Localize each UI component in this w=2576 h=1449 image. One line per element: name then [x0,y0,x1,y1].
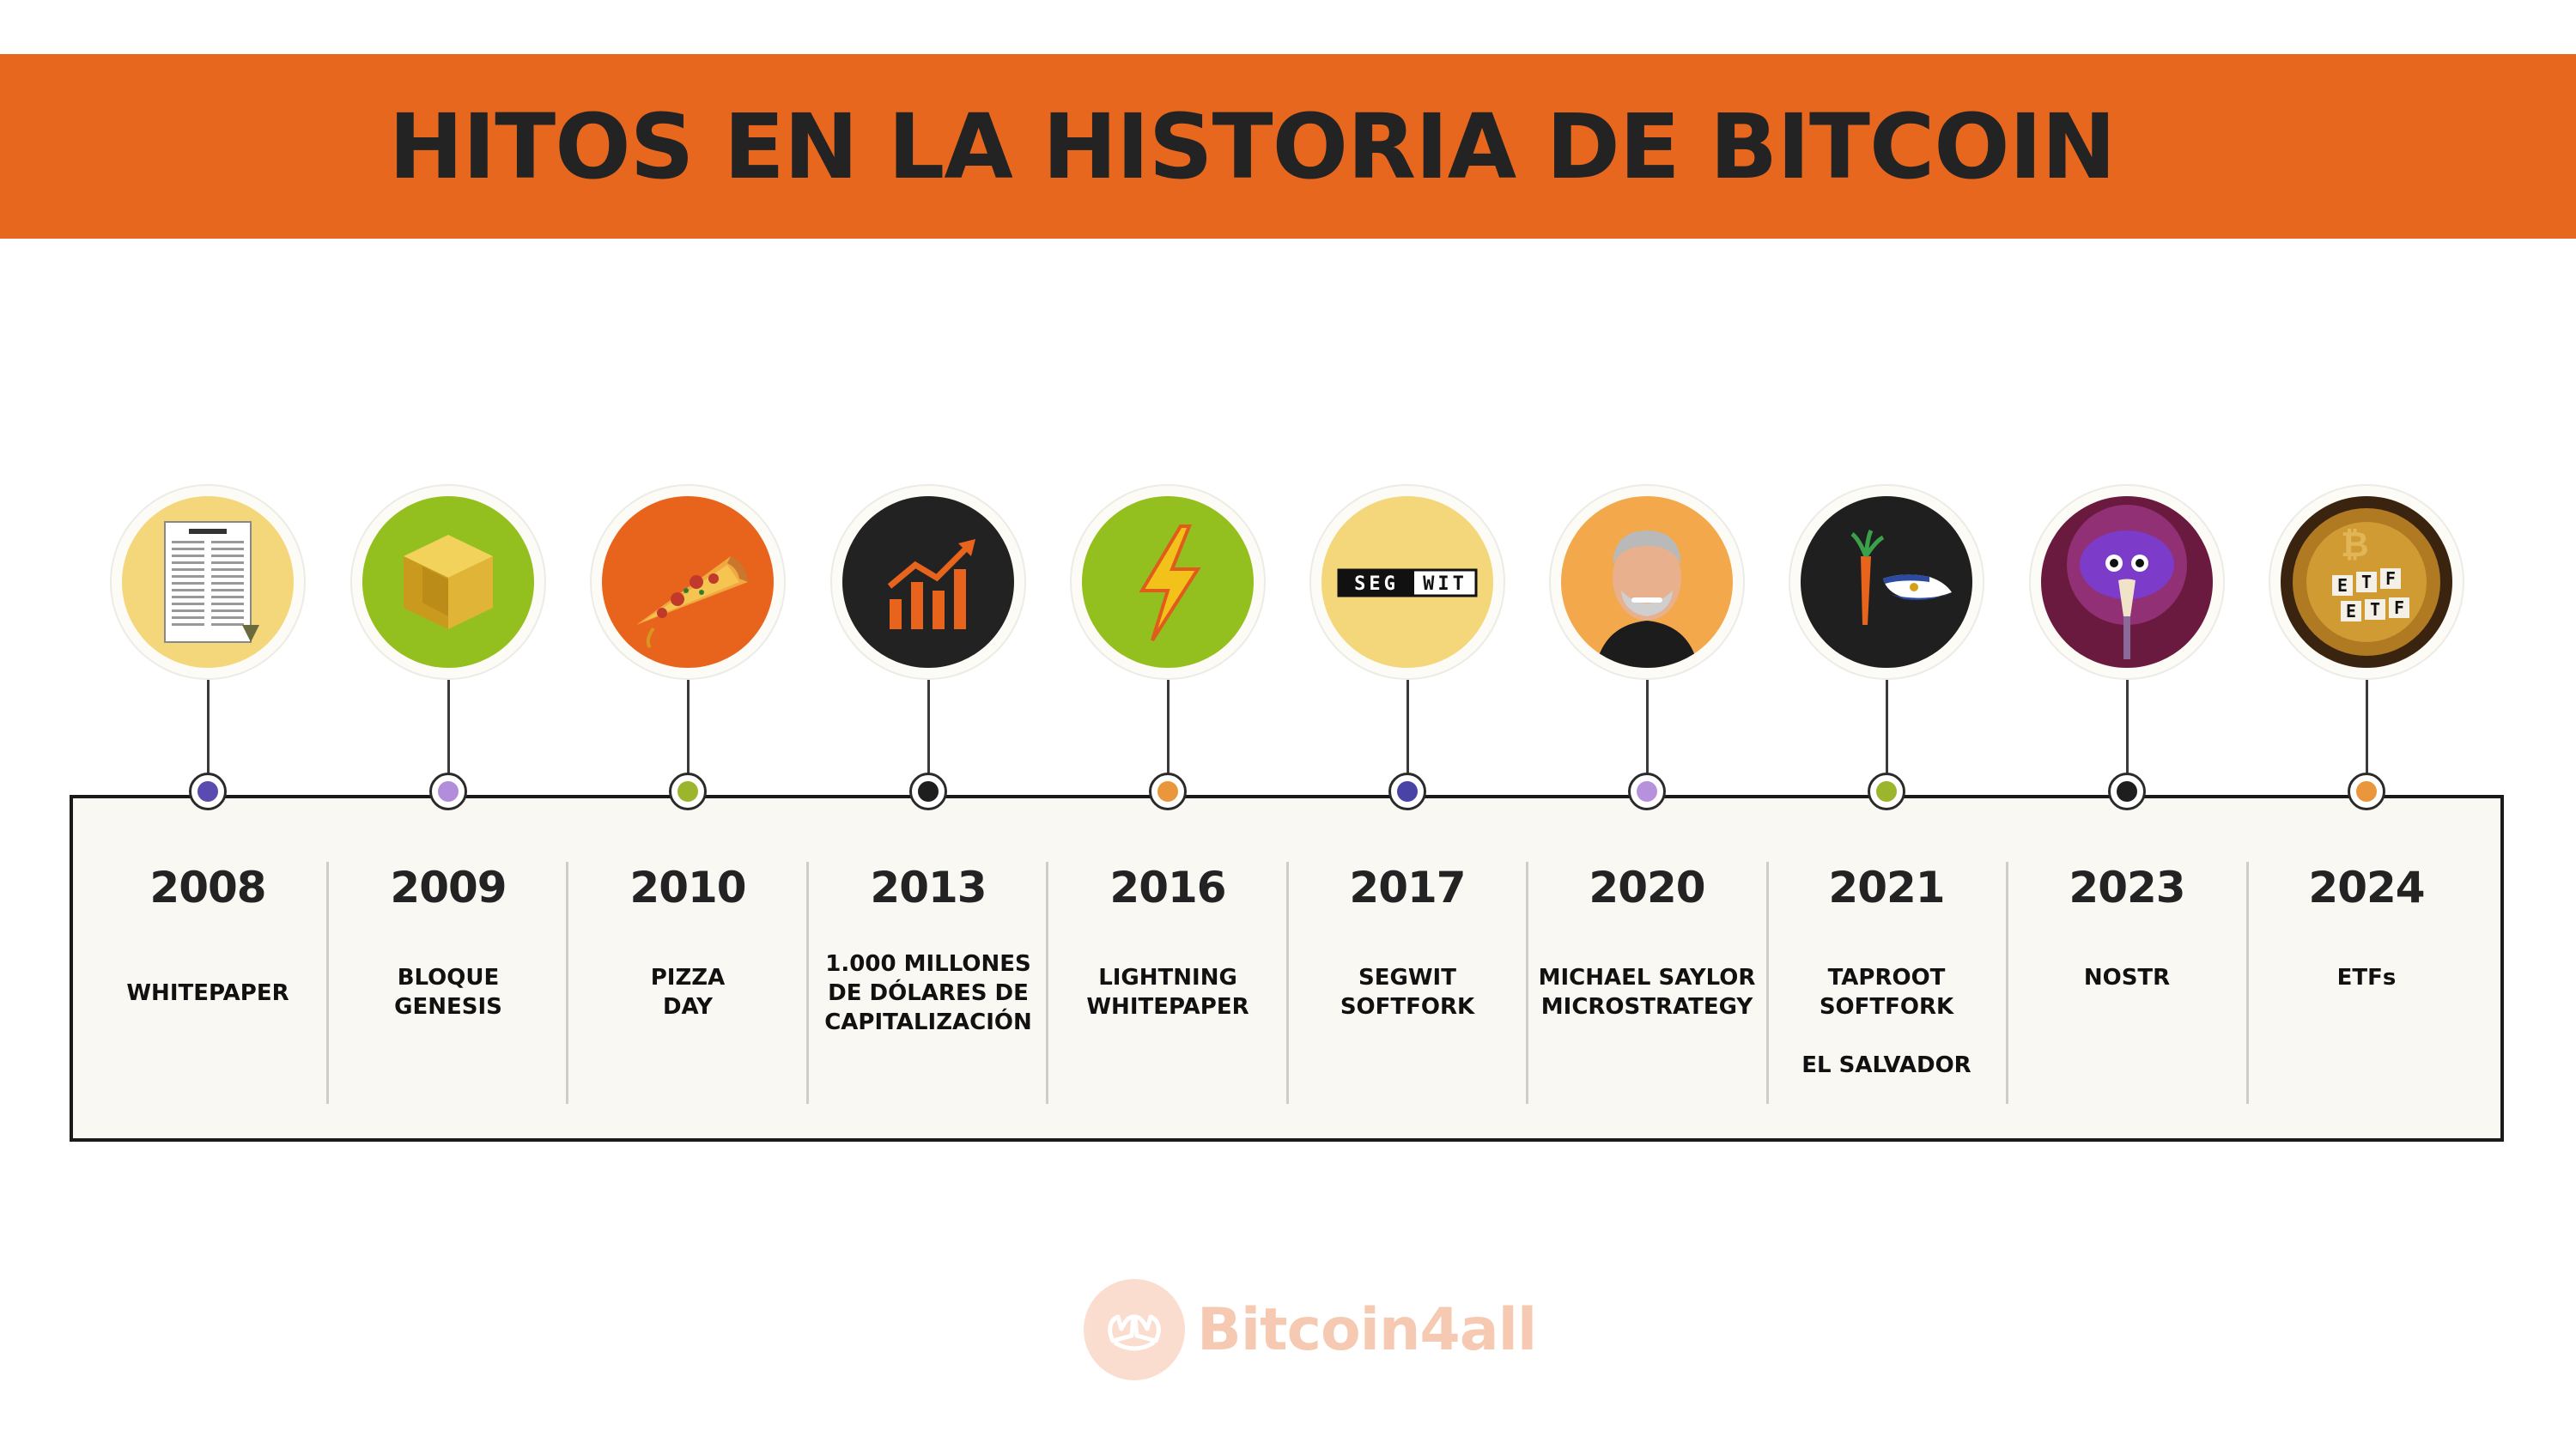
timeline-node-dot [918,781,939,802]
milestone-label: WHITEPAPER [126,980,289,1006]
timeline-node [1388,773,1426,810]
milestone-image-2009 [352,486,544,678]
milestone-label: ETFs [2336,965,2397,991]
connector-line [207,680,210,786]
milestone-year: 2009 [390,863,507,912]
column-divider [326,862,329,1104]
milestone-image-2024: ₿ E T F E T F [2270,486,2463,678]
milestone-label: MICHAEL SAYLOR MICROSTRATEGY [1538,965,1756,1020]
page-title: HITOS EN LA HISTORIA DE BITCOIN [388,94,2117,199]
timeline-node-dot [438,781,459,802]
timeline-node [2108,773,2146,810]
connector-line [1406,680,1409,786]
timeline-node [909,773,947,810]
timeline-node-dot [2356,781,2377,802]
brand-name: Bitcoin4all [1197,1295,1537,1364]
segwit-logo-icon: SEG WIT [1321,496,1493,668]
milestone-image-2020 [1551,486,1743,678]
whitepaper-document-icon [122,496,294,668]
timeline-node [429,773,467,810]
column-divider [1046,862,1048,1104]
connector-line [927,680,930,786]
pizza-slice-icon [602,496,774,668]
milestone-label: BLOQUE GENESIS [394,965,502,1020]
milestone-label: PIZZA DAY [650,965,726,1020]
milestone-year: 2020 [1589,863,1705,912]
connector-line [1646,680,1649,786]
milestone-image-2013 [832,486,1024,678]
milestone-year: 2013 [870,863,987,912]
milestone-image-2010 [592,486,784,678]
svg-text:₿: ₿ [2341,525,2369,565]
column-divider [1526,862,1528,1104]
taproot-el-salvador-icon [1801,496,1972,668]
chart-growth-icon [842,496,1014,668]
svg-text:F: F [2394,597,2404,618]
timeline-node-dot [1157,781,1178,802]
column-divider [806,862,809,1104]
milestone-image-2016 [1072,486,1264,678]
connector-line [1167,680,1170,786]
svg-text:F: F [2385,568,2396,589]
timeline-node [1868,773,1905,810]
milestone-year: 2017 [1349,863,1466,912]
column-divider [2006,862,2008,1104]
svg-text:WIT: WIT [1423,573,1467,595]
svg-text:T: T [2361,572,2372,592]
milestone-image-2017: SEG WIT [1311,486,1504,678]
column-divider [566,862,568,1104]
michael-saylor-portrait-icon [1561,496,1733,668]
etf-bitcoin-coin-icon: ₿ E T F E T F [2281,496,2452,668]
milestone-year: 2008 [149,863,266,912]
connector-line [2366,680,2368,786]
gold-cube-icon [362,496,534,668]
timeline-node-dot [2117,781,2137,802]
title-banner: HITOS EN LA HISTORIA DE BITCOIN [0,54,2576,239]
connector-line [447,680,450,786]
milestone-image-2023 [2031,486,2223,678]
column-divider [1766,862,1769,1104]
milestone-label: NOSTR [2083,965,2171,991]
timeline-node [669,773,707,810]
timeline-node [189,773,227,810]
timeline-node-dot [197,781,218,802]
timeline-node [1149,773,1187,810]
timeline-node-dot [677,781,698,802]
milestone-year: 2024 [2308,863,2425,912]
timeline-node-dot [1876,781,1897,802]
connector-line [1886,680,1888,786]
column-divider [2246,862,2249,1104]
milestone-year: 2023 [2069,863,2185,912]
milestone-year: 2010 [629,863,746,912]
svg-text:T: T [2370,599,2380,620]
timeline-node [2348,773,2385,810]
brand-watermark: Bitcoin4all [1084,1277,1537,1382]
timeline-node [1628,773,1666,810]
milestone-label: LIGHTNING WHITEPAPER [1086,965,1249,1020]
hands-logo-icon [1084,1279,1185,1380]
timeline-node-dot [1637,781,1657,802]
connector-line [2126,680,2129,786]
connector-line [687,680,690,786]
milestone-label: 1.000 MILLONES DE DÓLARES DE CAPITALIZAC… [824,951,1032,1035]
milestone-label: SEGWIT SOFTFORK [1340,965,1475,1020]
milestone-year: 2016 [1109,863,1226,912]
nostr-ostrich-icon [2041,496,2213,668]
lightning-bolt-icon [1082,496,1254,668]
column-divider [1286,862,1289,1104]
milestone-image-2021 [1790,486,1983,678]
svg-text:E: E [2337,575,2348,596]
milestone-year: 2021 [1828,863,1945,912]
svg-text:SEG: SEG [1354,573,1399,595]
timeline-node-dot [1397,781,1418,802]
milestone-label: TAPROOT SOFTFORK EL SALVADOR [1801,965,1971,1078]
svg-text:E: E [2346,601,2356,621]
milestone-image-2008 [112,486,304,678]
